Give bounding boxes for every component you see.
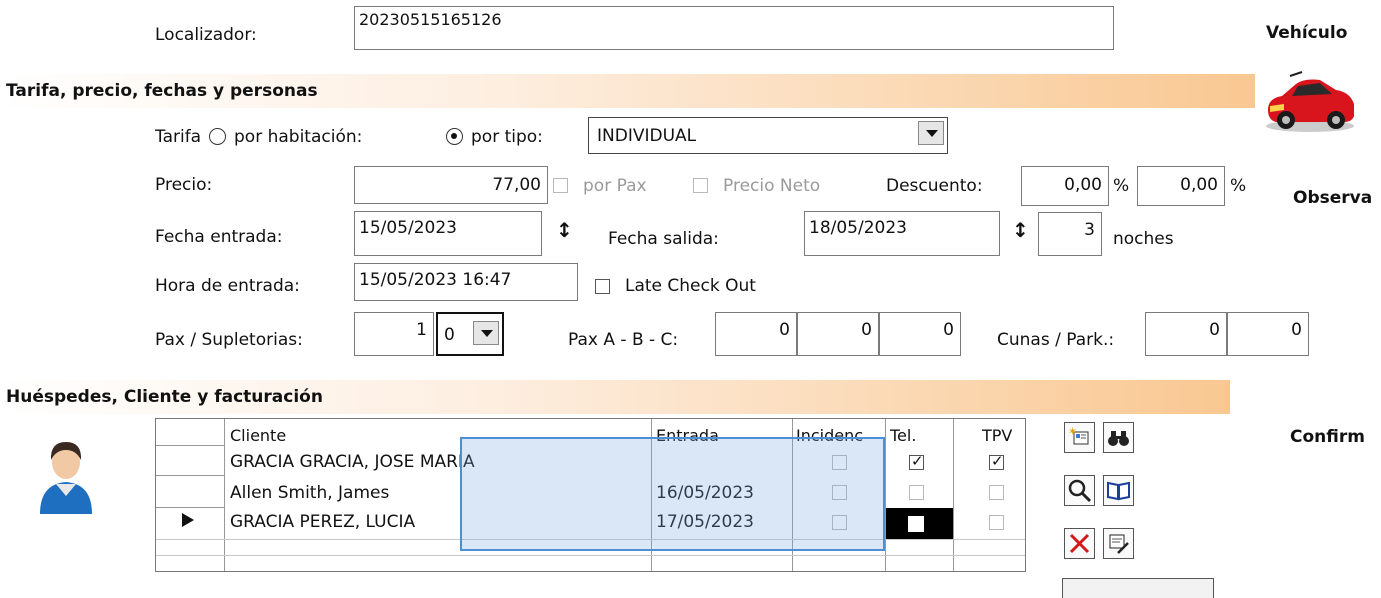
column-header-tpv[interactable]: TPV	[982, 425, 1012, 447]
row3-tel-cell-selected[interactable]	[886, 508, 953, 539]
section-huespedes-header: Huéspedes, Cliente y facturación	[0, 380, 1230, 414]
fecha-salida-label: Fecha salida:	[608, 229, 719, 249]
bottom-button-partial[interactable]	[1062, 578, 1214, 598]
fecha-entrada-spinner-icon[interactable]: ↕	[556, 218, 573, 242]
pax-b-input[interactable]: 0	[797, 312, 879, 356]
grid-divider	[156, 507, 224, 508]
section-huespedes-title: Huéspedes, Cliente y facturación	[6, 387, 323, 407]
magnifier-icon	[1068, 479, 1092, 503]
chevron-down-icon[interactable]	[473, 321, 499, 345]
late-checkout-label[interactable]: Late Check Out	[625, 271, 756, 301]
hora-entrada-input[interactable]: 15/05/2023 16:47	[354, 263, 578, 301]
descuento1-input[interactable]: 0,00	[1021, 166, 1109, 206]
row1-tpv-checkbox[interactable]	[989, 452, 1004, 470]
row3-cliente[interactable]: GRACIA PEREZ, LUCIA	[230, 511, 415, 533]
row1-cliente[interactable]: GRACIA GRACIA, JOSE MARIA	[230, 451, 475, 473]
grid-divider	[156, 555, 1025, 556]
radio-tipo-label[interactable]: por tipo:	[471, 122, 543, 152]
column-header-cliente[interactable]: Cliente	[230, 425, 286, 447]
late-checkout-checkbox[interactable]	[595, 279, 610, 294]
grid-divider	[953, 419, 954, 571]
new-client-icon: ✶	[1068, 425, 1089, 445]
row2-cliente[interactable]: Allen Smith, James	[230, 482, 389, 504]
tipo-select-value: INDIVIDUAL	[597, 126, 697, 146]
chevron-down-icon[interactable]	[918, 121, 944, 145]
search-guest-button[interactable]	[1103, 422, 1134, 453]
view-button[interactable]	[1064, 475, 1095, 506]
row3-tpv-checkbox[interactable]	[989, 515, 1004, 530]
section-tarifa-title: Tarifa, precio, fechas y personas	[6, 81, 318, 101]
fecha-salida-spinner-icon[interactable]: ↕	[1012, 218, 1029, 242]
book-icon	[1107, 481, 1130, 501]
localizador-label: Localizador:	[155, 25, 257, 45]
selection-rectangle	[460, 437, 885, 551]
precio-neto-checkbox[interactable]	[693, 178, 708, 193]
tarifa-label: Tarifa	[155, 127, 202, 147]
grid-divider	[224, 419, 225, 571]
grid-divider	[156, 445, 224, 446]
descuento-label: Descuento:	[886, 176, 983, 196]
localizador-input[interactable]: 20230515165126	[354, 6, 1114, 50]
pax-label: Pax / Supletorias:	[155, 330, 303, 350]
fecha-entrada-input[interactable]: 15/05/2023	[354, 211, 542, 256]
pax-abc-label: Pax A - B - C:	[568, 330, 679, 350]
observaciones-label: Observa	[1293, 188, 1373, 208]
user-avatar-icon	[36, 436, 96, 516]
park-input[interactable]: 0	[1227, 312, 1309, 356]
book-button[interactable]	[1103, 475, 1134, 506]
svg-text:✶: ✶	[1068, 425, 1077, 438]
descuento2-percent: %	[1230, 176, 1247, 196]
row3-tel-checkbox[interactable]	[908, 516, 924, 532]
delete-button[interactable]	[1064, 528, 1095, 559]
radio-habitacion-label[interactable]: por habitación:	[234, 122, 362, 152]
pax-a-input[interactable]: 0	[715, 312, 797, 356]
pax-input[interactable]: 1	[354, 312, 434, 356]
descuento1-percent: %	[1113, 176, 1130, 196]
new-client-button[interactable]: ✶	[1064, 422, 1095, 453]
row1-tel-checkbox[interactable]	[909, 452, 924, 470]
vehiculo-label: Vehículo	[1266, 23, 1348, 43]
radio-tipo[interactable]	[446, 128, 463, 148]
confirm-label: Confirm	[1290, 427, 1365, 447]
current-row-indicator-icon	[182, 513, 194, 527]
car-icon[interactable]	[1262, 70, 1358, 134]
grid-divider	[156, 475, 224, 476]
descuento2-input[interactable]: 0,00	[1137, 166, 1225, 206]
precio-neto-label[interactable]: Precio Neto	[723, 171, 820, 201]
hora-entrada-label: Hora de entrada:	[155, 276, 300, 296]
column-header-tel[interactable]: Tel.	[890, 425, 916, 447]
row2-tel-checkbox[interactable]	[909, 485, 924, 500]
radio-habitacion-dot[interactable]	[209, 128, 226, 145]
supletorias-select[interactable]: 0	[436, 312, 504, 356]
fecha-salida-input[interactable]: 18/05/2023	[804, 211, 1000, 256]
por-pax-checkbox[interactable]	[553, 178, 568, 193]
radio-tipo-dot[interactable]	[446, 128, 463, 145]
grid-divider	[885, 419, 886, 571]
precio-input[interactable]: 77,00	[354, 166, 548, 204]
por-pax-label[interactable]: por Pax	[583, 171, 647, 201]
binoculars-icon	[1108, 431, 1129, 446]
delete-icon	[1069, 533, 1090, 554]
section-tarifa-header: Tarifa, precio, fechas y personas	[0, 74, 1255, 108]
pax-c-input[interactable]: 0	[879, 312, 961, 356]
fecha-entrada-label: Fecha entrada:	[155, 227, 283, 247]
supletorias-select-value: 0	[444, 325, 455, 345]
cunas-input[interactable]: 0	[1145, 312, 1227, 356]
tipo-select[interactable]: INDIVIDUAL	[588, 117, 948, 154]
cunas-label: Cunas / Park.:	[997, 330, 1115, 350]
edit-button[interactable]	[1103, 528, 1134, 559]
edit-icon	[1109, 534, 1129, 554]
radio-habitacion[interactable]	[209, 128, 226, 148]
precio-label: Precio:	[155, 175, 213, 195]
noches-input[interactable]: 3	[1038, 212, 1102, 256]
noches-label: noches	[1113, 229, 1174, 249]
row2-tpv-checkbox[interactable]	[989, 485, 1004, 500]
